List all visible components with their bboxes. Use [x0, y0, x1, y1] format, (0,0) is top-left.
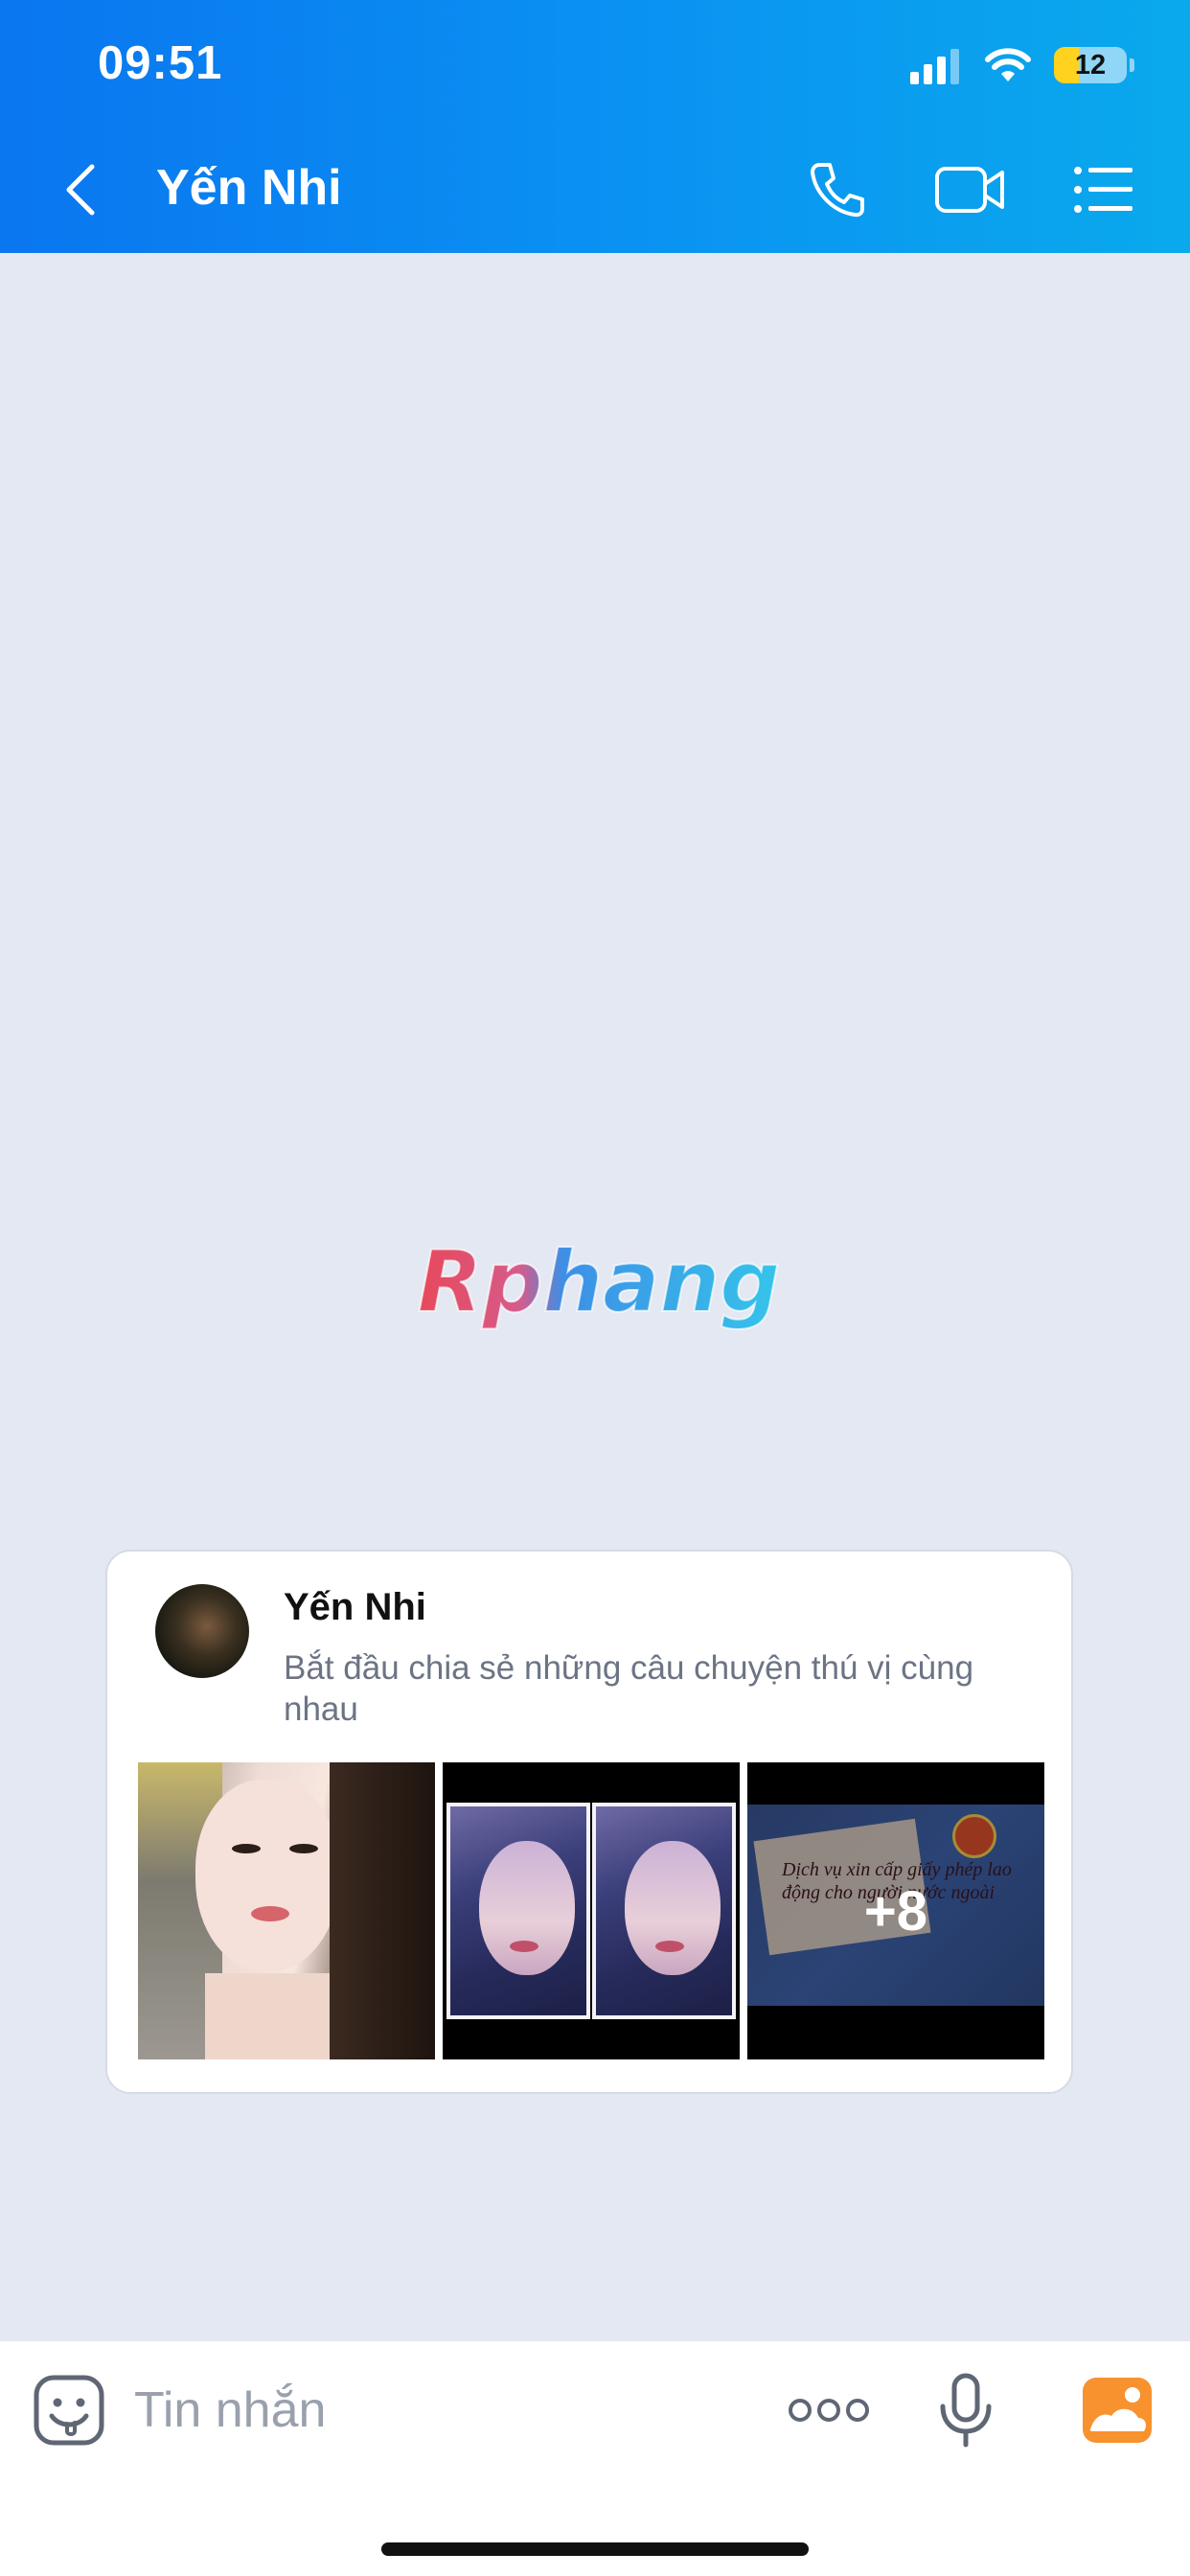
- sticker-emoji-icon: [34, 2375, 104, 2446]
- sticker-button[interactable]: [31, 2372, 107, 2449]
- video-call-button[interactable]: [931, 155, 1008, 224]
- microphone-icon: [940, 2373, 992, 2448]
- card-description: Bắt đầu chia sẻ những câu chuyện thú vị …: [284, 1649, 974, 1728]
- watermark-text: Rphang: [418, 1234, 780, 1331]
- more-dots-icon: [789, 2399, 869, 2422]
- image-gallery-icon: [1083, 2378, 1152, 2443]
- wifi-icon: [985, 48, 1031, 81]
- profile-card[interactable]: Yến Nhi Bắt đầu chia sẻ những câu chuyện…: [105, 1550, 1073, 2094]
- back-button[interactable]: [57, 161, 107, 218]
- chat-header: 09:51 12 Yến Nhi: [0, 0, 1190, 253]
- message-composer: [0, 2340, 1190, 2576]
- more-options-button[interactable]: [786, 2380, 872, 2441]
- chat-options-button[interactable]: [1069, 155, 1138, 224]
- cellular-signal-icon: [910, 46, 964, 84]
- battery-level: 12: [1074, 49, 1107, 80]
- menu-list-icon: [1074, 167, 1133, 213]
- avatar[interactable]: [155, 1584, 249, 1678]
- photo-thumbnail-collage[interactable]: [443, 1762, 740, 2059]
- photo-thumbnail-more[interactable]: Dịch vụ xin cấp giấy phép lao động cho n…: [747, 1762, 1044, 2059]
- photo-thumbnail-selfie[interactable]: [138, 1762, 435, 2059]
- voice-call-button[interactable]: [803, 155, 872, 224]
- voice-message-button[interactable]: [935, 2370, 996, 2450]
- more-photos-count: +8: [863, 1879, 928, 1943]
- back-chevron-icon: [66, 164, 95, 216]
- watermark-logo: Rphang: [417, 1234, 781, 1332]
- card-contact-name: Yến Nhi: [284, 1586, 426, 1628]
- message-input[interactable]: [134, 2370, 747, 2450]
- photo-gallery-button[interactable]: [1081, 2376, 1154, 2445]
- status-icons: 12: [910, 40, 1134, 90]
- video-call-icon: [935, 167, 1004, 213]
- phone-call-icon: [811, 163, 864, 218]
- home-indicator: [381, 2542, 809, 2556]
- contact-name[interactable]: Yến Nhi: [156, 159, 342, 217]
- battery-icon: 12: [1054, 47, 1134, 83]
- status-time: 09:51: [98, 37, 223, 89]
